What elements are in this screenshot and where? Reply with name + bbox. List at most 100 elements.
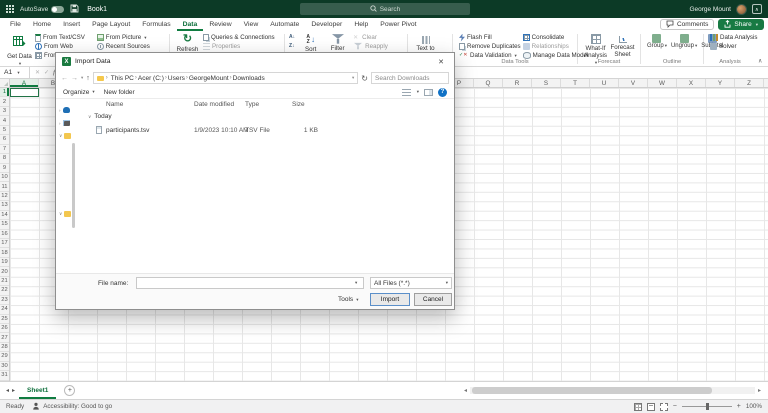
normal-view-icon[interactable] [634, 403, 642, 411]
horizontal-scrollbar[interactable]: ◂ ▸ [461, 382, 766, 399]
row-header-31[interactable]: 31 [0, 371, 9, 380]
sidebar-item-this-pc[interactable]: › [59, 120, 70, 126]
tab-insert[interactable]: Insert [57, 18, 86, 31]
column-header-Y[interactable]: Y [706, 79, 735, 87]
app-launcher-icon[interactable] [6, 5, 14, 13]
row-header-15[interactable]: 15 [0, 220, 9, 229]
confirm-entry-icon[interactable]: ✓ [44, 69, 49, 76]
row-header-10[interactable]: 10 [0, 173, 9, 182]
row-header-2[interactable]: 2 [0, 97, 9, 106]
column-header-A[interactable]: A [10, 79, 39, 87]
column-header-U[interactable]: U [590, 79, 619, 87]
column-header-Z[interactable]: Z [735, 79, 764, 87]
sidebar-scrollbar[interactable] [72, 143, 75, 228]
tab-page-layout[interactable]: Page Layout [86, 18, 136, 31]
import-button[interactable]: Import [370, 293, 410, 306]
select-all-corner[interactable] [0, 79, 10, 88]
save-icon[interactable] [70, 0, 79, 18]
from-picture-button[interactable]: From Picture▾ [97, 33, 150, 42]
row-header-16[interactable]: 16 [0, 230, 9, 239]
share-button[interactable]: Share ▾ [718, 19, 764, 30]
forward-icon[interactable]: → [71, 75, 78, 82]
row-header-19[interactable]: 19 [0, 258, 9, 267]
row-header-22[interactable]: 22 [0, 286, 9, 295]
up-icon[interactable]: ↑ [86, 75, 90, 82]
tab-review[interactable]: Review [203, 18, 237, 31]
sheet-nav-right-icon[interactable]: ▸ [12, 387, 15, 394]
row-header-21[interactable]: 21 [0, 277, 9, 286]
view-mode-icon[interactable] [402, 89, 411, 96]
row-header-30[interactable]: 30 [0, 362, 9, 371]
sheet-nav-left-icon[interactable]: ◂ [6, 387, 9, 394]
tab-data[interactable]: Data [177, 18, 204, 31]
remove-duplicates-button[interactable]: Remove Duplicates [459, 42, 521, 51]
name-box[interactable]: A1 ▾ [0, 67, 30, 78]
breadcrumb-item[interactable]: This PC [110, 75, 135, 82]
row-header-17[interactable]: 17 [0, 239, 9, 248]
column-header-name[interactable]: Name [106, 101, 123, 108]
back-icon[interactable]: ← [61, 75, 68, 82]
breadcrumb-item[interactable]: Downloads [232, 75, 266, 82]
row-header-3[interactable]: 3 [0, 107, 9, 116]
recent-locations-icon[interactable]: ▾ [81, 75, 83, 81]
cancel-button[interactable]: Cancel [414, 293, 452, 306]
tab-power-pivot[interactable]: Power Pivot [374, 18, 422, 31]
group-button[interactable]: Group▾ [645, 33, 669, 50]
file-group-header[interactable]: ∨ Today [88, 113, 112, 120]
tab-file[interactable]: File [4, 18, 27, 31]
breadcrumb-item[interactable]: GeorgeMount [188, 75, 230, 82]
comments-button[interactable]: Comments [660, 19, 714, 30]
page-layout-view-icon[interactable] [647, 403, 655, 411]
user-name[interactable]: George Mount [689, 6, 731, 13]
accessibility-status[interactable]: Accessibility: Good to go [32, 402, 112, 412]
new-folder-button[interactable]: New folder [104, 89, 135, 96]
row-header-18[interactable]: 18 [0, 248, 9, 257]
row-header-25[interactable]: 25 [0, 315, 9, 324]
sidebar-item-folder[interactable]: ∨ [59, 133, 71, 139]
column-header-Q[interactable]: Q [474, 79, 503, 87]
tab-help[interactable]: Help [348, 18, 374, 31]
scrollbar-thumb[interactable] [472, 387, 712, 394]
from-text-csv-button[interactable]: From Text/CSV [35, 33, 95, 42]
row-header-5[interactable]: 5 [0, 126, 9, 135]
tab-view[interactable]: View [238, 18, 265, 31]
sheet-tab-sheet1[interactable]: Sheet1 [19, 382, 56, 399]
chevron-down-icon[interactable]: ▾ [417, 89, 419, 95]
sort-ascending-button[interactable] [289, 33, 295, 41]
queries-connections-button[interactable]: Queries & Connections [203, 33, 275, 42]
row-header-29[interactable]: 29 [0, 352, 9, 361]
column-header-V[interactable]: V [619, 79, 648, 87]
clear-filter-button[interactable]: Clear [353, 33, 388, 42]
zoom-in-icon[interactable]: + [737, 403, 741, 410]
breadcrumb-item[interactable]: Users [167, 75, 186, 82]
organize-button[interactable]: Organize ▾ [63, 89, 95, 96]
dialog-search-box[interactable]: Search Downloads [371, 72, 449, 84]
tab-developer[interactable]: Developer [305, 18, 348, 31]
page-break-view-icon[interactable] [660, 403, 668, 411]
row-header-4[interactable]: 4 [0, 116, 9, 125]
column-header-date-modified[interactable]: Date modified [194, 101, 234, 108]
address-dropdown-icon[interactable]: ▾ [352, 75, 354, 81]
cancel-entry-icon[interactable]: ✕ [35, 69, 40, 76]
column-header-S[interactable]: S [532, 79, 561, 87]
get-data-button[interactable]: Get Data ▾ [6, 33, 33, 67]
row-header-8[interactable]: 8 [0, 154, 9, 163]
zoom-slider[interactable] [682, 406, 732, 407]
new-sheet-button[interactable]: + [64, 385, 75, 396]
ribbon-display-options-icon[interactable]: ∨ [752, 4, 762, 14]
tab-home[interactable]: Home [27, 18, 57, 31]
chevron-down-icon[interactable]: ▾ [355, 280, 357, 286]
row-header-11[interactable]: 11 [0, 182, 9, 191]
from-web-button[interactable]: From Web [35, 42, 95, 51]
scroll-left-icon[interactable]: ◂ [461, 387, 470, 394]
data-analysis-button[interactable]: Data Analysis [710, 33, 758, 42]
column-header-type[interactable]: Type [245, 101, 259, 108]
row-header-27[interactable]: 27 [0, 333, 9, 342]
zoom-slider-thumb[interactable] [706, 403, 709, 410]
flash-fill-button[interactable]: Flash Fill [459, 33, 521, 42]
column-header-W[interactable]: W [648, 79, 677, 87]
row-header-23[interactable]: 23 [0, 296, 9, 305]
relationships-button[interactable]: Relationships [523, 42, 589, 51]
ungroup-button[interactable]: Ungroup▾ [669, 33, 699, 50]
address-bar[interactable]: › This PC›Acer (C:)›Users›GeorgeMount›Do… [93, 72, 359, 84]
